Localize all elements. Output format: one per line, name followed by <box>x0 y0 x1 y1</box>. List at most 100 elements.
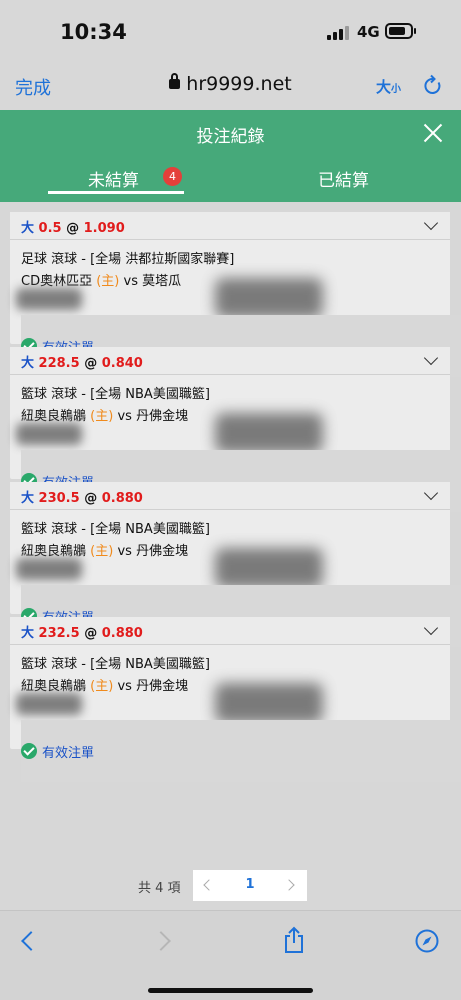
at-sign: @ <box>84 491 98 506</box>
redacted-area <box>16 423 82 445</box>
team-away: 丹佛金塊 <box>136 544 189 559</box>
status-bar: 10:34 4G <box>0 0 461 62</box>
reload-icon[interactable] <box>423 74 443 96</box>
bet-status: 有效注單 <box>21 720 461 782</box>
team-away: 丹佛金塊 <box>136 409 189 424</box>
bet-side: 大 <box>21 356 35 371</box>
match-label: 紐奧良鵜鶘 (主) vs 丹佛金塊 <box>21 540 188 559</box>
page-header: 投注紀錄 未結算 4 已結算 <box>0 110 461 202</box>
vs-label: vs <box>123 274 138 289</box>
bet-odds: 0.880 <box>101 491 143 506</box>
match-label: 紐奧良鵜鶘 (主) vs 丹佛金塊 <box>21 405 188 424</box>
share-icon[interactable] <box>283 926 305 954</box>
signal-icon <box>327 26 351 40</box>
forward-icon[interactable] <box>151 931 171 951</box>
redacted-area <box>215 683 323 723</box>
at-sign: @ <box>66 221 80 236</box>
team-home: 紐奧良鵜鶘 <box>21 679 87 694</box>
match-label: CD奧林匹亞 (主) vs 莫塔瓜 <box>21 270 181 289</box>
match-label: 紐奧良鵜鶘 (主) vs 丹佛金塊 <box>21 675 188 694</box>
browser-toolbar <box>0 910 461 1000</box>
league-label: 籃球 滾球 - [全場 NBA美國職籃] <box>21 387 210 402</box>
chevron-down-icon[interactable] <box>423 350 439 366</box>
vs-label: vs <box>117 409 132 424</box>
chevron-down-icon[interactable] <box>423 485 439 501</box>
bet-card-body: 籃球 滾球 - [全場 NBA美國職籃] 紐奧良鵜鶘 (主) vs 丹佛金塊 有… <box>10 645 461 782</box>
bet-card-body: 籃球 滾球 - [全場 NBA美國職籃] 紐奧良鵜鶘 (主) vs 丹佛金塊 有… <box>10 510 461 647</box>
pager-controls: 1 <box>193 870 307 901</box>
league-label: 足球 滾球 - [全場 洪都拉斯國家聯賽] <box>21 252 235 267</box>
home-indicator[interactable] <box>148 988 313 993</box>
count-badge: 4 <box>163 167 182 186</box>
bet-card-header[interactable]: 大 0.5 @ 1.090 <box>10 212 450 240</box>
url-text: hr9999.net <box>186 73 292 95</box>
team-home: 紐奧良鵜鶘 <box>21 544 87 559</box>
clock: 10:34 <box>60 20 127 44</box>
text-size-button[interactable]: 大小 <box>376 76 401 97</box>
bet-line: 230.5 <box>38 491 80 506</box>
team-away: 莫塔瓜 <box>142 274 182 289</box>
bet-card[interactable]: 大 230.5 @ 0.880 籃球 滾球 - [全場 NBA美國職籃] 紐奧良… <box>10 482 461 647</box>
home-tag: (主) <box>90 544 114 559</box>
chevron-down-icon[interactable] <box>423 215 439 231</box>
bet-line: 232.5 <box>38 626 80 641</box>
team-away: 丹佛金塊 <box>136 679 189 694</box>
bet-side: 大 <box>21 491 35 506</box>
bet-summary: 大 0.5 @ 1.090 <box>21 217 125 236</box>
league-label: 籃球 滾球 - [全場 NBA美國職籃] <box>21 657 210 672</box>
vs-label: vs <box>117 679 132 694</box>
text-size-small-label: 小 <box>391 84 402 95</box>
bet-line: 0.5 <box>38 221 62 236</box>
pagination: 共 4 項 1 <box>0 870 461 902</box>
total-count: 共 4 項 <box>138 881 181 896</box>
active-tab-indicator <box>48 191 184 194</box>
home-tag: (主) <box>90 679 114 694</box>
bet-card-header[interactable]: 大 228.5 @ 0.840 <box>10 347 450 375</box>
bet-status-label: 有效注單 <box>42 745 95 761</box>
redacted-area <box>215 413 323 453</box>
bet-card[interactable]: 大 0.5 @ 1.090 足球 滾球 - [全場 洪都拉斯國家聯賽] CD奧林… <box>10 212 461 377</box>
bet-odds: 0.840 <box>101 356 143 371</box>
redacted-area <box>215 278 323 318</box>
network-type: 4G <box>357 23 380 41</box>
bet-card-header[interactable]: 大 230.5 @ 0.880 <box>10 482 450 510</box>
redacted-area <box>215 548 323 588</box>
chevron-down-icon[interactable] <box>423 620 439 636</box>
bet-summary: 大 228.5 @ 0.840 <box>21 352 143 371</box>
bet-card-body: 足球 滾球 - [全場 洪都拉斯國家聯賽] CD奧林匹亞 (主) vs 莫塔瓜 … <box>10 240 461 377</box>
at-sign: @ <box>84 356 98 371</box>
bet-card-header[interactable]: 大 232.5 @ 0.880 <box>10 617 450 645</box>
close-icon[interactable] <box>422 122 444 144</box>
bet-summary: 大 232.5 @ 0.880 <box>21 622 143 641</box>
tab-unsettled-label: 未結算 <box>88 171 139 191</box>
bet-card[interactable]: 大 228.5 @ 0.840 籃球 滾球 - [全場 NBA美國職籃] 紐奧良… <box>10 347 461 512</box>
league-label: 籃球 滾球 - [全場 NBA美國職籃] <box>21 522 210 537</box>
back-icon[interactable] <box>21 931 41 951</box>
battery-icon <box>385 23 416 39</box>
team-home: CD奧林匹亞 <box>21 274 93 289</box>
team-home: 紐奧良鵜鶘 <box>21 409 87 424</box>
check-circle-icon <box>21 743 37 759</box>
home-tag: (主) <box>90 409 114 424</box>
bet-odds: 0.880 <box>101 626 143 641</box>
bet-side: 大 <box>21 221 35 236</box>
vs-label: vs <box>117 544 132 559</box>
browser-bar: 完成 hr9999.net 大小 <box>0 62 461 110</box>
tab-settled[interactable]: 已結算 <box>318 166 369 191</box>
redacted-area <box>16 288 82 310</box>
redacted-area <box>16 558 82 580</box>
bet-card[interactable]: 大 232.5 @ 0.880 籃球 滾球 - [全場 NBA美國職籃] 紐奧良… <box>10 617 461 782</box>
at-sign: @ <box>84 626 98 641</box>
redacted-area <box>16 693 82 715</box>
tab-unsettled[interactable]: 未結算 4 <box>48 166 184 202</box>
bet-card-body: 籃球 滾球 - [全場 NBA美國職籃] 紐奧良鵜鶘 (主) vs 丹佛金塊 有… <box>10 375 461 512</box>
page-title: 投注紀錄 <box>196 127 265 147</box>
lock-icon <box>169 73 181 89</box>
bet-side: 大 <box>21 626 35 641</box>
bet-odds: 1.090 <box>83 221 125 236</box>
bet-line: 228.5 <box>38 356 80 371</box>
compass-icon[interactable] <box>415 929 439 953</box>
text-size-label: 大 <box>376 78 392 96</box>
bet-summary: 大 230.5 @ 0.880 <box>21 487 143 506</box>
home-tag: (主) <box>96 274 120 289</box>
